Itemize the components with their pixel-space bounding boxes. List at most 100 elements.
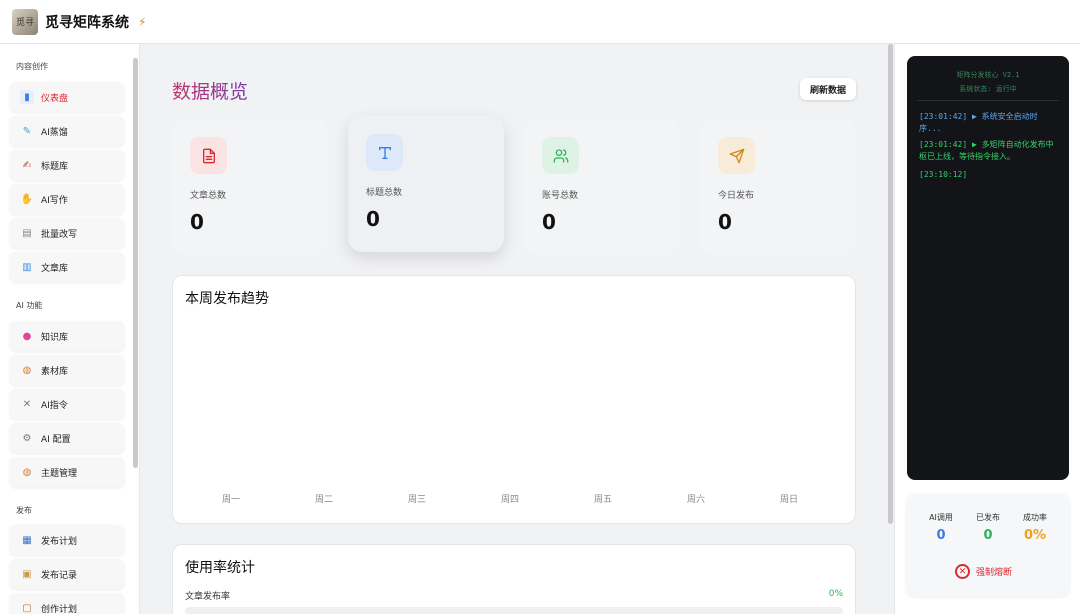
send-icon	[718, 137, 755, 174]
sidebar-item-creation-plan[interactable]: ▢ 创作计划	[10, 593, 124, 614]
sidebar-item-publish-records[interactable]: ▣ 发布记录	[10, 559, 124, 589]
sidebar-item-label: 发布记录	[41, 570, 78, 581]
refresh-button[interactable]: 刷新数据	[800, 78, 856, 100]
sidebar-item-ai-commands[interactable]: ✕ AI指令	[10, 389, 124, 419]
usage-stats-panel: 使用率统计 文章发布率 0%	[172, 544, 856, 614]
app-logo[interactable]: 觅寻	[12, 8, 38, 35]
sidebar-item-label: 标题库	[41, 161, 69, 172]
day-label: 周五	[593, 495, 612, 505]
panel-title: 使用率统计	[185, 560, 255, 576]
sidebar-item-batch-rewrite[interactable]: ▤ 批量改写	[10, 218, 124, 248]
stat-card-today-published: 今日发布 0	[700, 119, 856, 255]
day-label: 周一	[221, 495, 240, 505]
sidebar-item-label: 发布计划	[41, 536, 78, 547]
console-divider	[917, 100, 1059, 101]
metric-success-rate: 成功率 0%	[1010, 512, 1060, 543]
sidebar-item-label: 知识库	[41, 332, 69, 343]
force-stop-label: 强制熔断	[976, 568, 1013, 578]
metric-label: 成功率	[1023, 513, 1047, 522]
main-content: 数据概览 刷新数据 文章总数 0 标题总数 0 账号总数 0 今日发布 0 本周…	[140, 44, 886, 614]
stat-label: 今日发布	[718, 191, 755, 201]
sidebar-item-theme-management[interactable]: ◍ 主题管理	[10, 457, 124, 487]
sidebar-item-knowledge-base[interactable]: ● 知识库	[10, 321, 124, 351]
usage-percent: 0%	[828, 589, 843, 599]
sidebar-item-label: 创作计划	[41, 604, 78, 614]
bar-chart-icon: ▮	[20, 90, 34, 104]
sidebar-item-dashboard[interactable]: ▮ 仪表盘	[10, 82, 124, 112]
day-label: 周日	[779, 495, 798, 505]
log-line: [23:01:42] ▶ 多矩阵自动化发布中枢已上线，等待指令接入。	[919, 140, 1054, 161]
sidebar-item-ai-distill[interactable]: ✎ AI蒸馏	[10, 116, 124, 146]
weekly-trend-panel: 本周发布趋势 周一 周二 周三 周四 周五 周六 周日	[172, 275, 856, 524]
calendar-icon: ▦	[22, 534, 32, 546]
stat-value: 0	[718, 210, 732, 234]
type-icon	[366, 134, 403, 171]
sidebar-item-ai-config[interactable]: ⚙ AI 配置	[10, 423, 124, 453]
metric-ai-calls: AI调用 0	[916, 512, 966, 543]
console-status: 系统状态: 运行中	[959, 85, 1017, 93]
metric-label: AI调用	[929, 513, 953, 522]
palette-icon: ◍	[22, 364, 32, 376]
stat-value: 0	[366, 207, 380, 231]
day-label: 周六	[686, 495, 705, 505]
sidebar-item-label: AI指令	[41, 400, 68, 411]
sidebar-item-ai-writing[interactable]: ✋ AI写作	[10, 184, 124, 214]
sidebar-item-label: AI写作	[41, 195, 68, 206]
writing-hand-icon: ✋	[20, 193, 34, 205]
sidebar-section-title: 发布	[16, 506, 32, 515]
sidebar-scrollbar[interactable]	[133, 58, 138, 468]
sidebar-item-publish-plan[interactable]: ▦ 发布计划	[10, 525, 124, 555]
stat-value: 0	[190, 210, 204, 234]
stat-label: 账号总数	[542, 191, 579, 201]
metric-value: 0%	[1023, 528, 1047, 543]
sidebar-item-label: 批量改写	[41, 229, 78, 240]
sidebar-item-label: 主题管理	[41, 468, 78, 479]
syringe-icon: ✎	[22, 125, 32, 137]
sidebar-item-label: 素材库	[41, 366, 69, 377]
day-label: 周四	[500, 495, 519, 505]
top-bar: 觅寻 觅寻矩阵系统 ⚡	[0, 0, 1080, 44]
users-icon	[542, 137, 579, 174]
usage-label: 文章发布率	[185, 592, 231, 602]
sidebar-item-material-library[interactable]: ◍ 素材库	[10, 355, 124, 385]
sidebar-item-title-library[interactable]: ✍ 标题库	[10, 150, 124, 180]
brain-icon: ●	[22, 330, 32, 342]
sidebar-item-label: 仪表盘	[41, 93, 69, 104]
log-line: [23:01:42] ▶ 系统安全启动时序...	[919, 112, 1038, 133]
stat-card-titles: 标题总数 0	[348, 116, 504, 252]
main-scrollbar[interactable]	[888, 44, 893, 524]
day-label: 周二	[314, 495, 333, 505]
console-title: 矩阵分发核心 V2.1	[956, 71, 1020, 79]
metric-label: 已发布	[976, 513, 1000, 522]
close-circle-icon: ✕	[955, 564, 970, 579]
stat-card-articles: 文章总数 0	[172, 119, 328, 255]
stat-label: 标题总数	[366, 188, 403, 198]
page-title: 数据概览	[172, 77, 248, 104]
usage-progress-bar	[185, 607, 843, 614]
palette-icon: ◍	[22, 466, 32, 478]
panel-title: 本周发布趋势	[185, 291, 269, 307]
wrench-icon: ✕	[22, 398, 32, 410]
sidebar-item-article-library[interactable]: ▥ 文章库	[10, 252, 124, 282]
sidebar-item-label: AI 配置	[41, 434, 71, 445]
sidebar: 内容创作 ▮ 仪表盘 ✎ AI蒸馏 ✍ 标题库 ✋ AI写作 ▤ 批量改写 ▥ …	[0, 44, 140, 614]
stat-label: 文章总数	[190, 191, 227, 201]
stat-value: 0	[542, 210, 556, 234]
gear-icon: ⚙	[22, 432, 32, 444]
force-stop-button[interactable]: ✕ 强制熔断	[955, 564, 1012, 579]
sidebar-section-title: 内容创作	[16, 62, 48, 71]
right-panel: 矩阵分发核心 V2.1 系统状态: 运行中 [23:01:42] ▶ 系统安全启…	[894, 44, 1080, 614]
stat-card-accounts: 账号总数 0	[524, 119, 680, 255]
metric-value: 0	[936, 528, 946, 543]
sidebar-section-title: AI 功能	[16, 301, 43, 310]
sidebar-item-label: AI蒸馏	[41, 127, 68, 138]
lightning-icon: ⚡	[138, 14, 147, 29]
document-icon	[190, 137, 227, 174]
scroll-icon: ▣	[22, 568, 32, 580]
books-icon: ▥	[22, 261, 32, 273]
console-terminal: 矩阵分发核心 V2.1 系统状态: 运行中 [23:01:42] ▶ 系统安全启…	[907, 56, 1069, 480]
sidebar-item-label: 文章库	[41, 263, 69, 274]
app-title: 觅寻矩阵系统	[45, 14, 129, 31]
page-icon: ▤	[22, 227, 32, 239]
logo-text: 觅寻	[15, 18, 34, 28]
